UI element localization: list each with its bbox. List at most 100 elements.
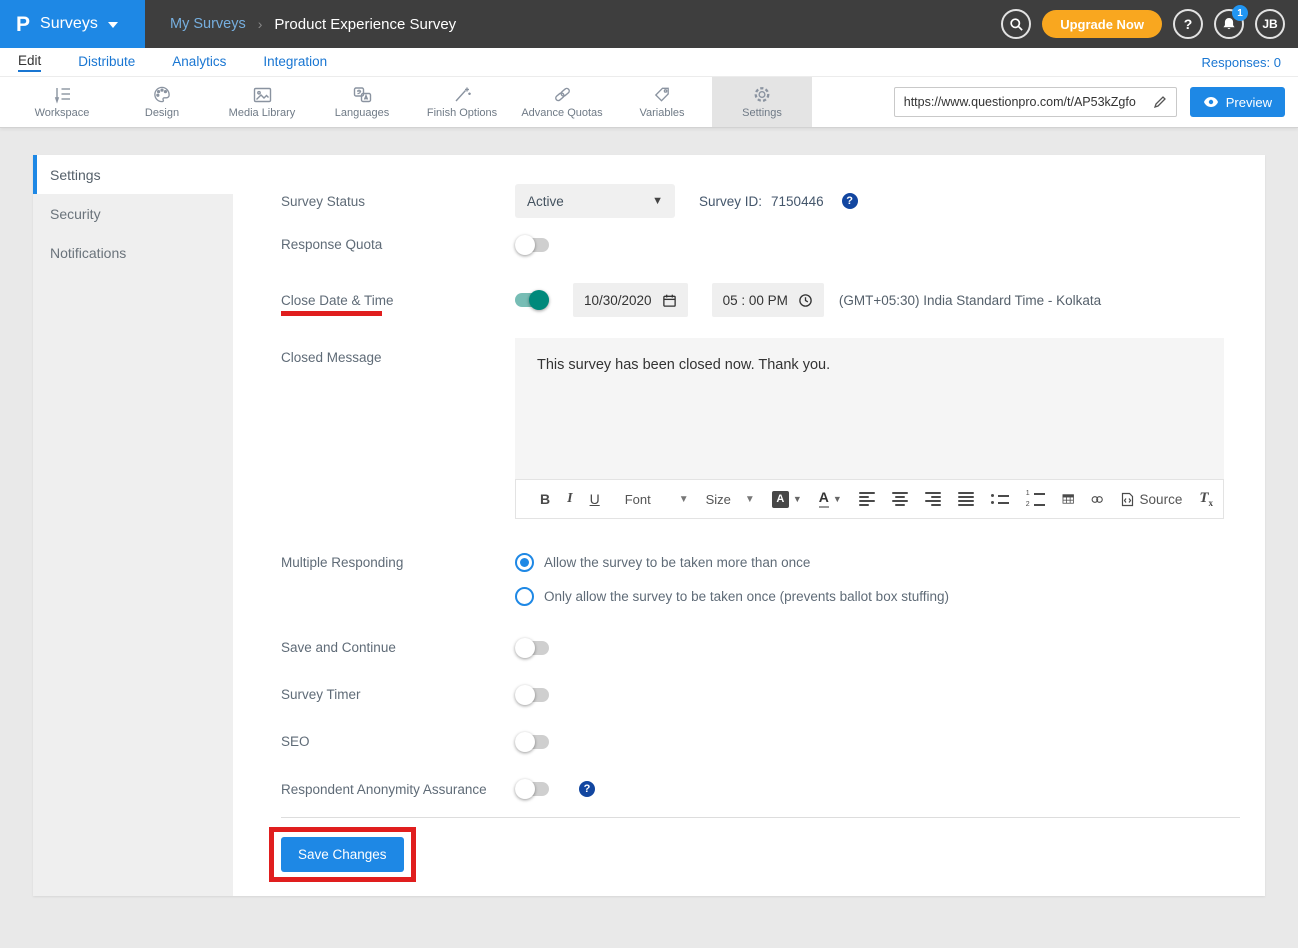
question-mark-icon: ? — [1184, 16, 1193, 32]
underline-button[interactable]: U — [590, 491, 600, 507]
chevron-down-icon: ▼ — [745, 494, 755, 505]
source-button[interactable]: Source — [1121, 492, 1183, 507]
ribbon-item-media-library[interactable]: Media Library — [212, 77, 312, 127]
sidebar-item-label: Security — [50, 206, 101, 222]
top-bar: P Surveys My Surveys › Product Experienc… — [0, 0, 1298, 48]
radio-option-label[interactable]: Only allow the survey to be taken once (… — [544, 589, 949, 604]
radio-option-once[interactable]: Only allow the survey to be taken once (… — [515, 587, 949, 606]
radio-option-label[interactable]: Allow the survey to be taken more than o… — [544, 555, 810, 570]
advance-quotas-icon — [552, 85, 573, 104]
toggle-knob — [515, 732, 535, 752]
font-dropdown[interactable]: Font ▼ — [625, 492, 689, 507]
closed-message-row: Closed Message This survey has been clos… — [281, 338, 1240, 519]
search-button[interactable] — [1001, 9, 1031, 39]
font-label: Font — [625, 492, 651, 507]
source-doc-icon — [1121, 492, 1134, 507]
survey-url-text: https://www.questionpro.com/t/AP53kZgfo — [904, 95, 1153, 109]
closed-message-editor: This survey has been closed now. Thank y… — [515, 338, 1224, 519]
tab-edit[interactable]: Edit — [18, 53, 41, 72]
close-time-field[interactable]: 05 : 00 PM — [712, 283, 824, 317]
variables-icon — [652, 85, 672, 104]
align-justify-button[interactable] — [958, 492, 974, 506]
chevron-down-icon: ▼ — [679, 494, 689, 505]
closed-message-textarea[interactable]: This survey has been closed now. Thank y… — [515, 338, 1224, 479]
close-date-field[interactable]: 10/30/2020 — [573, 283, 688, 317]
user-avatar[interactable]: JB — [1255, 9, 1285, 39]
align-center-button[interactable] — [892, 492, 908, 506]
ribbon-label: Settings — [742, 107, 782, 119]
breadcrumb-my-surveys[interactable]: My Surveys — [170, 16, 246, 32]
ribbon-item-advance-quotas[interactable]: Advance Quotas — [512, 77, 612, 127]
search-icon — [1009, 17, 1024, 32]
help-button[interactable]: ? — [1173, 9, 1203, 39]
text-color-button[interactable]: A ▼ — [819, 490, 842, 507]
preview-label: Preview — [1226, 95, 1272, 110]
align-left-button[interactable] — [859, 492, 875, 506]
notifications-button[interactable]: 1 — [1214, 9, 1244, 39]
timezone-text: (GMT+05:30) India Standard Time - Kolkat… — [839, 293, 1101, 308]
survey-timer-toggle[interactable] — [515, 688, 549, 702]
sidebar-item-notifications[interactable]: Notifications — [33, 233, 233, 272]
product-name: Surveys — [40, 15, 98, 33]
response-quota-toggle[interactable] — [515, 238, 549, 252]
radio-selected-icon[interactable] — [515, 553, 534, 572]
annotation-red-underline — [281, 311, 382, 316]
align-right-button[interactable] — [925, 492, 941, 506]
radio-unselected-icon[interactable] — [515, 587, 534, 606]
survey-id-value: 7150446 — [771, 194, 824, 209]
edit-ribbon: Workspace Design Media Library Languages… — [0, 77, 1298, 128]
insert-table-button[interactable] — [1062, 491, 1074, 507]
size-dropdown[interactable]: Size ▼ — [706, 492, 755, 507]
responses-count: Responses: 0 — [1202, 55, 1298, 70]
settings-gear-icon — [752, 85, 772, 104]
breadcrumb: My Surveys › Product Experience Survey — [170, 16, 456, 33]
save-and-continue-row: Save and Continue — [281, 640, 1240, 655]
close-date-time-toggle[interactable] — [515, 293, 549, 307]
ribbon-item-settings[interactable]: Settings — [712, 77, 812, 127]
insert-link-button[interactable] — [1091, 493, 1103, 506]
background-color-button[interactable]: A ▼ — [772, 491, 802, 508]
sidebar-item-label: Settings — [50, 167, 101, 183]
seo-toggle[interactable] — [515, 735, 549, 749]
ribbon-item-design[interactable]: Design — [112, 77, 212, 127]
tab-analytics[interactable]: Analytics — [172, 54, 226, 71]
numbered-list-button[interactable]: 1 2 — [1026, 490, 1045, 508]
tab-integration[interactable]: Integration — [263, 54, 327, 71]
close-time-value: 05 : 00 PM — [723, 293, 788, 308]
radio-option-multiple[interactable]: Allow the survey to be taken more than o… — [515, 553, 949, 572]
ribbon-item-languages[interactable]: Languages — [312, 77, 412, 127]
upgrade-now-label: Upgrade Now — [1060, 17, 1144, 32]
toggle-knob — [515, 779, 535, 799]
remove-format-button[interactable]: Tx — [1199, 490, 1213, 508]
survey-timer-label: Survey Timer — [281, 687, 515, 702]
sidebar-item-security[interactable]: Security — [33, 194, 233, 233]
edit-pencil-icon[interactable] — [1153, 95, 1167, 109]
bulleted-list-button[interactable] — [991, 494, 1009, 504]
survey-status-select[interactable]: Active ▼ — [515, 184, 675, 218]
ribbon-item-finish-options[interactable]: Finish Options — [412, 77, 512, 127]
italic-button[interactable]: I — [567, 491, 572, 507]
close-date-time-label: Close Date & Time — [281, 293, 515, 308]
app-logo-surveys-menu[interactable]: P Surveys — [0, 0, 145, 48]
chevron-down-icon — [108, 22, 118, 28]
multiple-responding-options: Allow the survey to be taken more than o… — [515, 553, 949, 606]
bold-button[interactable]: B — [540, 491, 550, 507]
tab-distribute[interactable]: Distribute — [78, 54, 135, 71]
save-and-continue-toggle[interactable] — [515, 641, 549, 655]
save-changes-button[interactable]: Save Changes — [281, 837, 404, 872]
survey-url-field[interactable]: https://www.questionpro.com/t/AP53kZgfo — [894, 87, 1177, 117]
ribbon-label: Workspace — [35, 107, 90, 119]
toggle-knob — [515, 685, 535, 705]
ribbon-item-workspace[interactable]: Workspace — [12, 77, 112, 127]
finish-options-icon — [452, 85, 472, 104]
source-label: Source — [1140, 492, 1183, 507]
survey-id-help-icon[interactable]: ? — [842, 193, 858, 209]
ribbon-item-variables[interactable]: Variables — [612, 77, 712, 127]
upgrade-now-button[interactable]: Upgrade Now — [1042, 10, 1162, 38]
remove-format-t: T — [1199, 490, 1208, 506]
sidebar-item-settings[interactable]: Settings — [33, 155, 233, 194]
respondent-anonymity-toggle[interactable] — [515, 782, 549, 796]
respondent-anonymity-help-icon[interactable]: ? — [579, 781, 595, 797]
settings-sidebar: Settings Security Notifications — [33, 155, 233, 896]
preview-button[interactable]: Preview — [1190, 87, 1285, 117]
